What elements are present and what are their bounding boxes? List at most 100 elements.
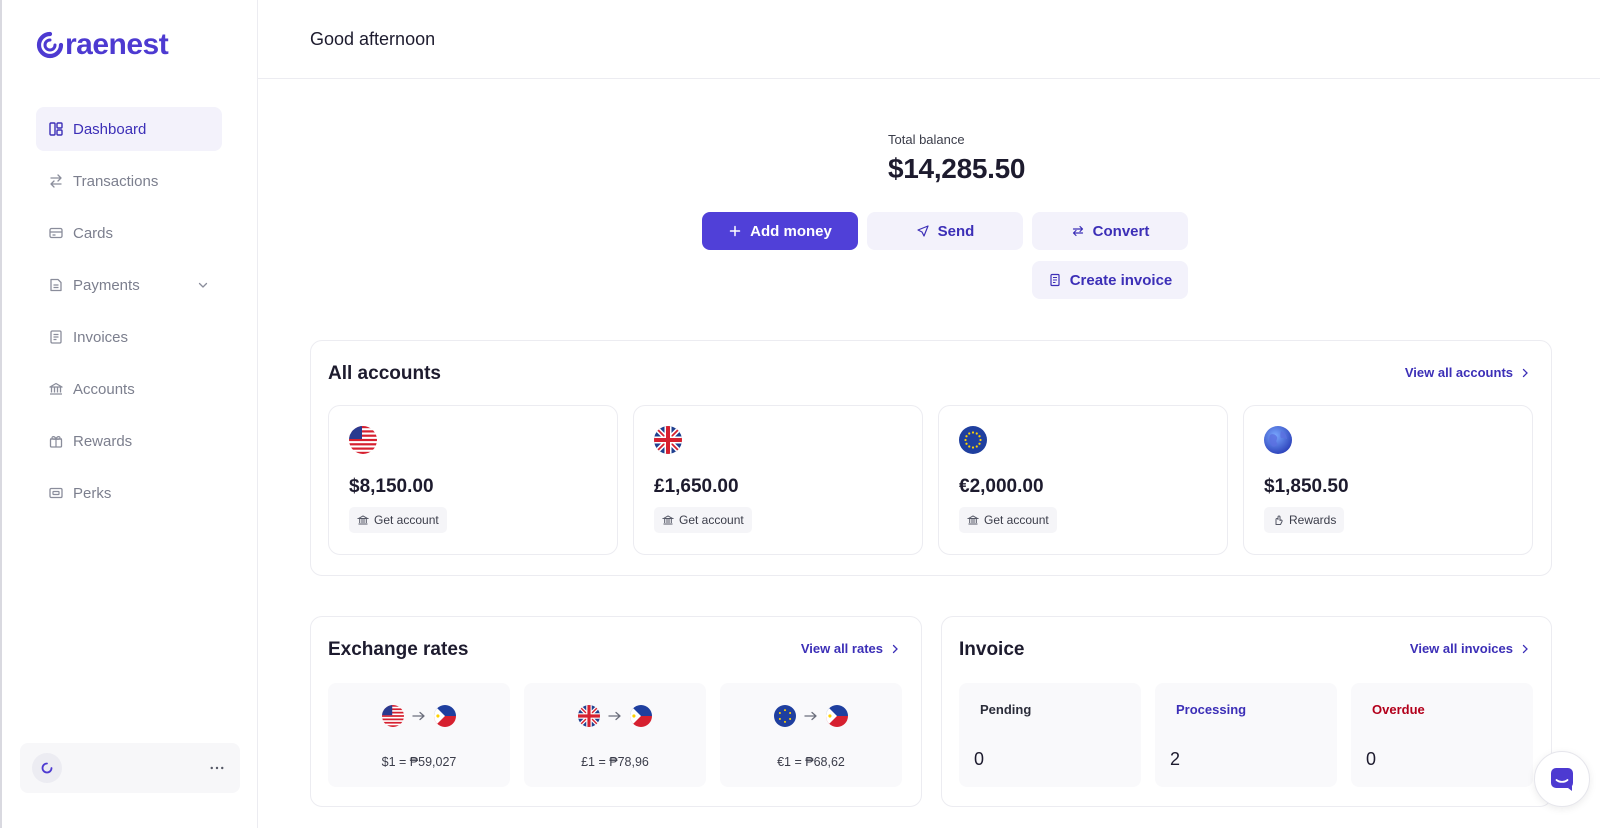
dashboard-icon bbox=[48, 121, 64, 137]
exchange-rate-gbp-php[interactable]: £1 = ₱78,96 bbox=[524, 683, 706, 787]
chat-support-button[interactable] bbox=[1534, 751, 1590, 807]
sidebar-item-label: Payments bbox=[73, 276, 140, 294]
view-all-accounts-label: View all accounts bbox=[1404, 365, 1513, 380]
account-amount: £1,650.00 bbox=[654, 476, 739, 497]
invoice-panel: Invoice View all invoices Pending 0 Proc… bbox=[941, 616, 1552, 807]
balance-label: Total balance bbox=[888, 132, 965, 147]
get-account-button[interactable]: Get account bbox=[349, 507, 447, 533]
us-flag-icon bbox=[382, 705, 404, 727]
arrow-right-icon bbox=[410, 709, 428, 723]
invoice-status-count: 0 bbox=[1366, 749, 1377, 769]
account-card-usd[interactable]: $8,150.00 Get account bbox=[328, 405, 618, 555]
payments-icon bbox=[48, 277, 64, 293]
main-content: Good afternoon Total balance $14,285.50 … bbox=[258, 0, 1600, 828]
sidebar: raenest Dashboard Transactions Cards Pay… bbox=[2, 0, 258, 828]
account-amount: €2,000.00 bbox=[959, 476, 1044, 497]
rate-flags bbox=[720, 705, 902, 727]
view-all-invoices-label: View all invoices bbox=[1409, 641, 1513, 656]
sidebar-item-perks[interactable]: Perks bbox=[36, 471, 222, 515]
exchange-rates-title: Exchange rates bbox=[328, 639, 469, 660]
more-options-icon[interactable] bbox=[206, 757, 228, 779]
view-all-rates-link[interactable]: View all rates bbox=[801, 641, 901, 656]
bank-icon bbox=[48, 381, 64, 397]
get-account-label: Get account bbox=[984, 513, 1049, 527]
ticket-icon bbox=[48, 485, 64, 501]
sidebar-item-invoices[interactable]: Invoices bbox=[36, 315, 222, 359]
eu-flag-icon bbox=[959, 426, 987, 454]
invoice-status-label: Pending bbox=[980, 702, 1032, 717]
invoice-status-processing[interactable]: Processing 2 bbox=[1155, 683, 1337, 787]
uk-flag-icon bbox=[578, 705, 600, 727]
bank-icon bbox=[357, 514, 369, 526]
chevron-down-icon[interactable] bbox=[196, 278, 210, 292]
page-title: Good afternoon bbox=[310, 28, 436, 49]
arrow-right-icon bbox=[606, 709, 624, 723]
exchange-rates-panel: Exchange rates View all rates $1 = ₱59,0… bbox=[310, 616, 922, 807]
plus-icon bbox=[728, 224, 742, 238]
account-card-eur[interactable]: €2,000.00 Get account bbox=[938, 405, 1228, 555]
sidebar-item-cards[interactable]: Cards bbox=[36, 211, 222, 255]
sidebar-item-accounts[interactable]: Accounts bbox=[36, 367, 222, 411]
logo-mark-icon bbox=[36, 31, 64, 59]
logo-mark-icon bbox=[41, 762, 53, 774]
chevron-right-icon bbox=[1519, 367, 1531, 379]
chevron-right-icon bbox=[889, 643, 901, 655]
add-money-label: Add money bbox=[750, 222, 832, 240]
rewards-label: Rewards bbox=[1289, 513, 1337, 527]
rewards-button[interactable]: Rewards bbox=[1264, 507, 1345, 533]
sidebar-item-payments[interactable]: Payments bbox=[36, 263, 222, 307]
exchange-rate-value: $1 = ₱59,027 bbox=[381, 755, 457, 769]
sidebar-item-dashboard[interactable]: Dashboard bbox=[36, 107, 222, 151]
sidebar-item-label: Perks bbox=[73, 484, 112, 502]
sidebar-item-label: Accounts bbox=[73, 380, 135, 398]
eu-flag-icon bbox=[774, 705, 796, 727]
sidebar-item-transactions[interactable]: Transactions bbox=[36, 159, 222, 203]
card-icon bbox=[48, 225, 64, 241]
exchange-rate-usd-php[interactable]: $1 = ₱59,027 bbox=[328, 683, 510, 787]
app-root: raenest Dashboard Transactions Cards Pay… bbox=[0, 0, 1600, 828]
document-icon bbox=[1048, 273, 1062, 287]
send-label: Send bbox=[937, 222, 975, 240]
bank-icon bbox=[662, 514, 674, 526]
account-card-gbp[interactable]: £1,650.00 Get account bbox=[633, 405, 923, 555]
balance-value: $14,285.50 bbox=[888, 153, 1026, 184]
logo[interactable]: raenest bbox=[36, 28, 169, 62]
send-button[interactable]: Send bbox=[867, 212, 1023, 250]
create-invoice-label: Create invoice bbox=[1069, 271, 1173, 289]
get-account-button[interactable]: Get account bbox=[654, 507, 752, 533]
rate-flags bbox=[524, 705, 706, 727]
account-card-rewards[interactable]: $1,850.50 Rewards bbox=[1243, 405, 1533, 555]
convert-icon bbox=[1071, 224, 1085, 238]
hand-icon bbox=[1272, 514, 1284, 526]
sidebar-nav: Dashboard Transactions Cards Payments In… bbox=[36, 107, 222, 523]
sidebar-item-label: Transactions bbox=[73, 172, 159, 190]
convert-button[interactable]: Convert bbox=[1032, 212, 1188, 250]
invoice-status-pending[interactable]: Pending 0 bbox=[959, 683, 1141, 787]
arrow-right-icon bbox=[802, 709, 820, 723]
gift-icon bbox=[48, 433, 64, 449]
invoice-status-overdue[interactable]: Overdue 0 bbox=[1351, 683, 1533, 787]
chevron-right-icon bbox=[1519, 643, 1531, 655]
rate-flags bbox=[328, 705, 510, 727]
invoice-title: Invoice bbox=[959, 639, 1025, 660]
avatar[interactable] bbox=[32, 753, 62, 783]
chat-icon bbox=[1551, 768, 1573, 791]
us-flag-icon bbox=[349, 426, 377, 454]
get-account-button[interactable]: Get account bbox=[959, 507, 1057, 533]
arrows-icon bbox=[48, 173, 64, 189]
accounts-panel: All accounts View all accounts $8,150.00… bbox=[310, 340, 1552, 576]
view-all-rates-label: View all rates bbox=[800, 641, 883, 656]
total-balance: Total balance $14,285.50 bbox=[888, 132, 1025, 185]
invoice-status-count: 0 bbox=[974, 749, 985, 769]
sidebar-item-rewards[interactable]: Rewards bbox=[36, 419, 222, 463]
view-all-invoices-link[interactable]: View all invoices bbox=[1410, 641, 1531, 656]
ph-flag-icon bbox=[434, 705, 456, 727]
user-menu[interactable] bbox=[20, 743, 240, 793]
add-money-button[interactable]: Add money bbox=[702, 212, 858, 250]
create-invoice-button[interactable]: Create invoice bbox=[1032, 261, 1188, 299]
view-all-accounts-link[interactable]: View all accounts bbox=[1405, 365, 1531, 380]
account-amount: $8,150.00 bbox=[349, 476, 434, 497]
exchange-rate-eur-php[interactable]: €1 = ₱68,62 bbox=[720, 683, 902, 787]
document-icon bbox=[48, 329, 64, 345]
convert-label: Convert bbox=[1092, 222, 1150, 240]
